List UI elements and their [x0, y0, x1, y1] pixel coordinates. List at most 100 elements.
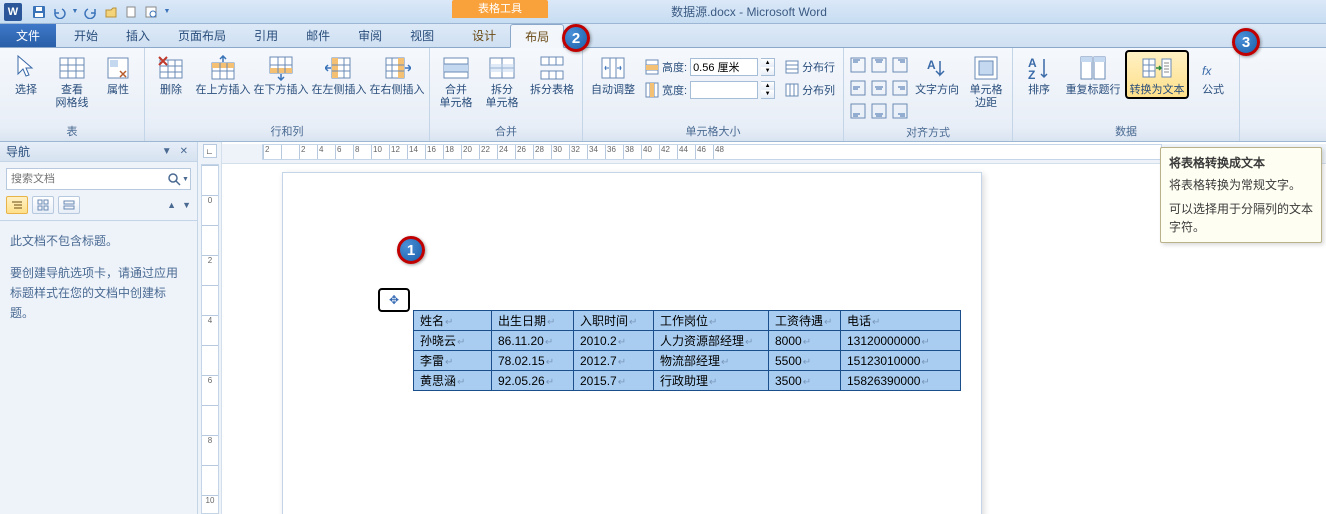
insert-below-button[interactable]: 在下方插入 — [253, 50, 309, 99]
table-cell[interactable]: 86.11.20↵ — [492, 331, 574, 351]
merge-cells-button[interactable]: 合并 单元格 — [434, 50, 478, 112]
align-bc[interactable] — [869, 100, 889, 122]
insert-above-button[interactable]: 在上方插入 — [195, 50, 251, 99]
table-cell[interactable]: 孙晓云↵ — [414, 331, 492, 351]
properties-button[interactable]: 属性 — [96, 50, 140, 99]
align-br[interactable] — [890, 100, 910, 122]
merge-cells-icon — [440, 52, 472, 84]
tab-insert[interactable]: 插入 — [112, 24, 164, 47]
group-cell-size: 自动调整 高度: ▲▼ 宽度: ▲▼ 分布行 — [583, 48, 844, 141]
width-spinner[interactable]: ▲▼ — [761, 81, 775, 99]
table-cell[interactable]: 李雷↵ — [414, 351, 492, 371]
tab-file[interactable]: 文件 — [0, 24, 56, 47]
table-cell[interactable]: 78.02.15↵ — [492, 351, 574, 371]
repeat-header-button[interactable]: 重复标题行 — [1063, 50, 1123, 99]
undo-dropdown-icon[interactable]: ▼ — [70, 3, 80, 21]
split-table-button[interactable]: 拆分表格 — [526, 50, 578, 99]
table-header-cell[interactable]: 工作岗位↵ — [654, 311, 769, 331]
table-cell[interactable]: 行政助理↵ — [654, 371, 769, 391]
nav-dropdown-icon[interactable]: ▼ — [159, 146, 175, 157]
table-cell[interactable]: 5500↵ — [769, 351, 841, 371]
tab-table-layout[interactable]: 布局 — [510, 24, 564, 48]
view-gridlines-button[interactable]: 查看 网格线 — [50, 50, 94, 112]
nav-tab-results[interactable] — [58, 196, 80, 214]
align-mr[interactable] — [890, 77, 910, 99]
convert-to-text-button[interactable]: 转换为文本 — [1125, 50, 1189, 99]
align-tl[interactable] — [848, 54, 868, 76]
table-cell[interactable]: 15826390000↵ — [841, 371, 961, 391]
table-cell[interactable]: 13120000000↵ — [841, 331, 961, 351]
align-mc[interactable] — [869, 77, 889, 99]
document-table[interactable]: 姓名↵出生日期↵入职时间↵工作岗位↵工资待遇↵电话↵孙晓云↵86.11.20↵2… — [413, 310, 961, 391]
nav-tab-pages[interactable] — [32, 196, 54, 214]
nav-close-icon[interactable]: ✕ — [177, 146, 191, 157]
table-cell[interactable]: 92.05.26↵ — [492, 371, 574, 391]
align-tc[interactable] — [869, 54, 889, 76]
align-ml[interactable] — [848, 77, 868, 99]
row-height-control[interactable]: 高度: ▲▼ — [641, 56, 779, 78]
table-header-cell[interactable]: 工资待遇↵ — [769, 311, 841, 331]
distribute-cols-button[interactable]: 分布列 — [781, 79, 839, 101]
delete-button[interactable]: 删除 — [149, 50, 193, 99]
table-row[interactable]: 李雷↵78.02.15↵2012.7↵物流部经理↵5500↵1512301000… — [414, 351, 961, 371]
qat-open-icon[interactable] — [102, 3, 120, 21]
ribbon: 选择 查看 网格线 属性 表 删除 在上方插入 — [0, 48, 1326, 142]
height-input[interactable] — [690, 58, 758, 76]
text-direction-button[interactable]: A 文字方向 — [912, 50, 962, 99]
tab-page-layout[interactable]: 页面布局 — [164, 24, 240, 47]
table-cell[interactable]: 2012.7↵ — [574, 351, 654, 371]
insert-left-button[interactable]: 在左侧插入 — [311, 50, 367, 99]
tab-home[interactable]: 开始 — [60, 24, 112, 47]
qat-customize-icon[interactable]: ▼ — [162, 3, 172, 21]
table-row[interactable]: 孙晓云↵86.11.20↵2010.2↵人力资源部经理↵8000↵1312000… — [414, 331, 961, 351]
table-cell[interactable]: 物流部经理↵ — [654, 351, 769, 371]
tab-review[interactable]: 审阅 — [344, 24, 396, 47]
table-cell[interactable]: 2010.2↵ — [574, 331, 654, 351]
qat-preview-icon[interactable] — [142, 3, 160, 21]
width-input[interactable] — [690, 81, 758, 99]
autofit-button[interactable]: 自动调整 — [587, 50, 639, 99]
tab-mailings[interactable]: 邮件 — [292, 24, 344, 47]
page[interactable]: ✥ 姓名↵出生日期↵入职时间↵工作岗位↵工资待遇↵电话↵孙晓云↵86.11.20… — [282, 172, 982, 514]
table-cell[interactable]: 3500↵ — [769, 371, 841, 391]
table-header-cell[interactable]: 电话↵ — [841, 311, 961, 331]
height-spinner[interactable]: ▲▼ — [761, 58, 775, 76]
table-move-handle-icon[interactable]: ✥ — [389, 293, 399, 307]
qat-new-icon[interactable] — [122, 3, 140, 21]
nav-tab-headings[interactable] — [6, 196, 28, 214]
sort-button[interactable]: AZ 排序 — [1017, 50, 1061, 99]
distribute-rows-button[interactable]: 分布行 — [781, 56, 839, 78]
table-header-cell[interactable]: 入职时间↵ — [574, 311, 654, 331]
tab-references[interactable]: 引用 — [240, 24, 292, 47]
table-cell[interactable]: 15123010000↵ — [841, 351, 961, 371]
table-cell[interactable]: 黄思涵↵ — [414, 371, 492, 391]
navigation-pane: 导航 ▼ ✕ ▼ ▲ ▼ 此文档不包含标题。 要创建导航选项卡，请通过应用标题样… — [0, 142, 198, 514]
table-cell[interactable]: 8000↵ — [769, 331, 841, 351]
undo-icon[interactable] — [50, 3, 68, 21]
search-icon[interactable]: ▼ — [166, 172, 190, 186]
align-tr[interactable] — [890, 54, 910, 76]
gridlines-icon — [56, 52, 88, 84]
table-cell[interactable]: 2015.7↵ — [574, 371, 654, 391]
search-input[interactable] — [7, 173, 166, 185]
table-cell[interactable]: 人力资源部经理↵ — [654, 331, 769, 351]
tab-table-design[interactable]: 设计 — [458, 24, 510, 47]
split-cells-button[interactable]: 拆分 单元格 — [480, 50, 524, 112]
redo-icon[interactable] — [82, 3, 100, 21]
nav-collapse-icon[interactable]: ▲ — [167, 200, 176, 210]
save-icon[interactable] — [30, 3, 48, 21]
insert-right-button[interactable]: 在右侧插入 — [369, 50, 425, 99]
horizontal-ruler[interactable]: 2246810121416182022242628303234363840424… — [262, 144, 1162, 160]
formula-button[interactable]: fx 公式 — [1191, 50, 1235, 99]
col-width-control[interactable]: 宽度: ▲▼ — [641, 79, 779, 101]
vertical-ruler[interactable]: 0246810 — [201, 164, 219, 514]
tab-view[interactable]: 视图 — [396, 24, 448, 47]
table-header-cell[interactable]: 出生日期↵ — [492, 311, 574, 331]
select-button[interactable]: 选择 — [4, 50, 48, 99]
nav-expand-icon[interactable]: ▼ — [182, 200, 191, 210]
table-header-cell[interactable]: 姓名↵ — [414, 311, 492, 331]
align-bl[interactable] — [848, 100, 868, 122]
table-row[interactable]: 黄思涵↵92.05.26↵2015.7↵行政助理↵3500↵1582639000… — [414, 371, 961, 391]
ruler-origin-box[interactable]: ∟ — [203, 144, 217, 158]
cell-margins-button[interactable]: 单元格 边距 — [964, 50, 1008, 112]
